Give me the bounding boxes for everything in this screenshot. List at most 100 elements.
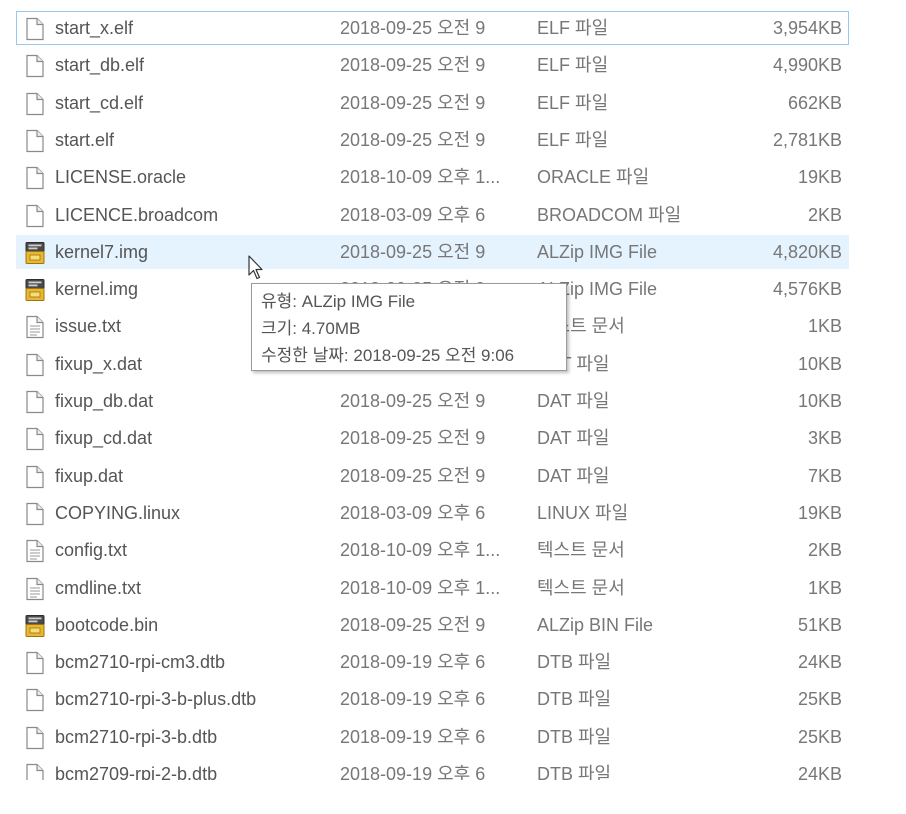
file-type: DAT 파일 xyxy=(537,465,610,486)
document-icon xyxy=(24,688,46,712)
file-date-modified: 2018-09-19 오후 6 xyxy=(340,689,486,710)
file-type: DAT 파일 xyxy=(537,391,610,411)
document-icon xyxy=(24,17,46,41)
file-type: ORACLE 파일 xyxy=(537,167,650,188)
file-name: LICENSE.oracle xyxy=(55,167,187,188)
file-type: 텍스트 문서 xyxy=(537,577,625,598)
file-name: kernel7.img xyxy=(55,241,149,262)
file-date-modified: 2018-09-19 오후 6 xyxy=(340,652,486,673)
file-date-modified: 2018-03-09 오후 6 xyxy=(340,502,486,523)
file-type: DTB 파일 xyxy=(537,764,612,780)
file-date-modified: 2018-09-19 오후 6 xyxy=(340,726,486,747)
file-name: fixup_cd.dat xyxy=(55,428,153,449)
file-size: 51KB xyxy=(797,614,842,635)
document-icon xyxy=(24,166,46,190)
file-date-modified: 2018-09-25 오전 9 xyxy=(340,614,486,635)
file-info-tooltip: 유형: ALZip IMG File 크기: 4.70MB 수정한 날짜: 20… xyxy=(251,283,567,371)
document-icon xyxy=(24,390,46,414)
file-size: 24KB xyxy=(797,652,842,673)
file-size: 10KB xyxy=(797,353,842,374)
file-date-modified: 2018-09-25 오전 9 xyxy=(340,428,486,449)
file-name: start_x.elf xyxy=(55,18,134,38)
file-name: LICENCE.broadcom xyxy=(55,204,219,225)
document-icon xyxy=(24,427,46,451)
file-row[interactable]: LICENSE.oracle 2018-10-09 오후 1... ORACLE 파… xyxy=(16,160,849,194)
document-icon xyxy=(24,204,46,228)
mouse-pointer-icon xyxy=(248,255,264,281)
file-name: bootcode.bin xyxy=(55,614,159,635)
file-row[interactable]: bcm2710-rpi-cm3.dtb 2018-09-19 오후 6 DTB 파일… xyxy=(16,645,849,679)
file-name: start_db.elf xyxy=(55,55,145,76)
document-icon xyxy=(24,651,46,675)
file-size: 4,576KB xyxy=(772,279,842,300)
file-date-modified: 2018-09-19 오후 6 xyxy=(340,764,486,780)
tooltip-modified: 수정한 날짜: 2018-09-25 오전 9:06 xyxy=(261,346,515,365)
file-name: start.elf xyxy=(55,129,115,150)
file-type: BROADCOM 파일 xyxy=(537,204,682,225)
file-size: 4,820KB xyxy=(772,241,842,262)
file-size: 3KB xyxy=(807,428,842,449)
file-type: ALZip IMG File xyxy=(537,241,658,262)
file-type: ELF 파일 xyxy=(537,92,609,113)
file-date-modified: 2018-09-25 오전 9 xyxy=(340,241,486,262)
file-row[interactable]: start_db.elf 2018-09-25 오전 9 ELF 파일 4,990KB xyxy=(16,48,849,82)
text-document-icon xyxy=(24,577,46,601)
file-row[interactable]: bcm2710-rpi-3-b.dtb 2018-09-19 오후 6 DTB 파일… xyxy=(16,720,849,754)
file-row[interactable]: cmdline.txt 2018-10-09 오후 1... 텍스트 문서 1KB xyxy=(16,571,849,605)
file-row[interactable]: fixup_db.dat 2018-09-25 오전 9 DAT 파일 10KB xyxy=(16,384,849,418)
file-row[interactable]: config.txt 2018-10-09 오후 1... 텍스트 문서 2KB xyxy=(16,533,849,567)
file-list[interactable]: start_x.elf 2018-09-25 오전 9 ELF 파일 3,954KB s… xyxy=(0,0,906,780)
file-type: 텍스트 문서 xyxy=(537,540,625,561)
file-name: config.txt xyxy=(55,540,128,561)
document-icon xyxy=(24,465,46,489)
file-size: 7KB xyxy=(807,465,842,486)
file-size: 662KB xyxy=(787,92,842,113)
file-size: 2KB xyxy=(807,540,842,561)
file-type: ELF 파일 xyxy=(537,129,609,150)
file-type: ELF 파일 xyxy=(537,18,609,38)
file-row[interactable]: start.elf 2018-09-25 오전 9 ELF 파일 2,781KB xyxy=(16,123,849,157)
file-row[interactable]: bootcode.bin 2018-09-25 오전 9 ALZip BIN Fil… xyxy=(16,608,849,642)
file-size: 19KB xyxy=(797,167,842,188)
document-icon xyxy=(24,54,46,78)
file-date-modified: 2018-09-25 오전 9 xyxy=(340,465,486,486)
file-row[interactable]: bcm2709-rpi-2-b.dtb 2018-09-19 오후 6 DTB 파일… xyxy=(16,757,849,780)
file-size: 1KB xyxy=(807,577,842,598)
file-name: bcm2710-rpi-cm3.dtb xyxy=(55,652,226,673)
file-date-modified: 2018-10-09 오후 1... xyxy=(340,167,501,188)
file-date-modified: 2018-10-09 오후 1... xyxy=(340,540,501,561)
file-type: DTB 파일 xyxy=(537,689,612,710)
document-icon xyxy=(24,726,46,750)
file-row[interactable]: start_x.elf 2018-09-25 오전 9 ELF 파일 3,954KB xyxy=(16,11,849,45)
document-icon xyxy=(24,502,46,526)
file-row[interactable]: LICENCE.broadcom 2018-03-09 오후 6 BROADCOM … xyxy=(16,198,849,232)
file-row[interactable]: bcm2710-rpi-3-b-plus.dtb 2018-09-19 오후 6 D… xyxy=(16,682,849,716)
file-size: 1KB xyxy=(807,316,842,337)
file-date-modified: 2018-09-25 오전 9 xyxy=(340,92,486,113)
file-type: DTB 파일 xyxy=(537,726,612,747)
file-type: DAT 파일 xyxy=(537,428,610,449)
file-name: issue.txt xyxy=(55,316,122,337)
file-row[interactable]: fixup_cd.dat 2018-09-25 오전 9 DAT 파일 3KB xyxy=(16,421,849,455)
file-size: 2KB xyxy=(807,204,842,225)
file-size: 24KB xyxy=(797,764,842,780)
file-row[interactable]: COPYING.linux 2018-03-09 오후 6 LINUX 파일 19KB xyxy=(16,496,849,530)
document-icon xyxy=(24,763,46,780)
file-type: DTB 파일 xyxy=(537,652,612,673)
document-icon xyxy=(24,92,46,116)
file-date-modified: 2018-09-25 오전 9 xyxy=(340,18,486,38)
file-type: LINUX 파일 xyxy=(537,502,629,523)
text-document-icon xyxy=(24,539,46,563)
file-date-modified: 2018-09-25 오전 9 xyxy=(340,55,486,76)
file-name: bcm2710-rpi-3-b-plus.dtb xyxy=(55,689,257,710)
file-size: 19KB xyxy=(797,502,842,523)
archive-icon xyxy=(24,241,46,265)
file-row[interactable]: start_cd.elf 2018-09-25 오전 9 ELF 파일 662KB xyxy=(16,86,849,120)
file-size: 25KB xyxy=(797,726,842,747)
file-row[interactable]: kernel7.img 2018-09-25 오전 9 ALZip IMG File… xyxy=(16,234,849,269)
file-row[interactable]: fixup.dat 2018-09-25 오전 9 DAT 파일 7KB xyxy=(16,459,849,493)
file-size: 4,990KB xyxy=(772,55,842,76)
file-type: ALZip BIN File xyxy=(537,614,654,635)
file-type: ELF 파일 xyxy=(537,55,609,76)
file-size: 25KB xyxy=(797,689,842,710)
